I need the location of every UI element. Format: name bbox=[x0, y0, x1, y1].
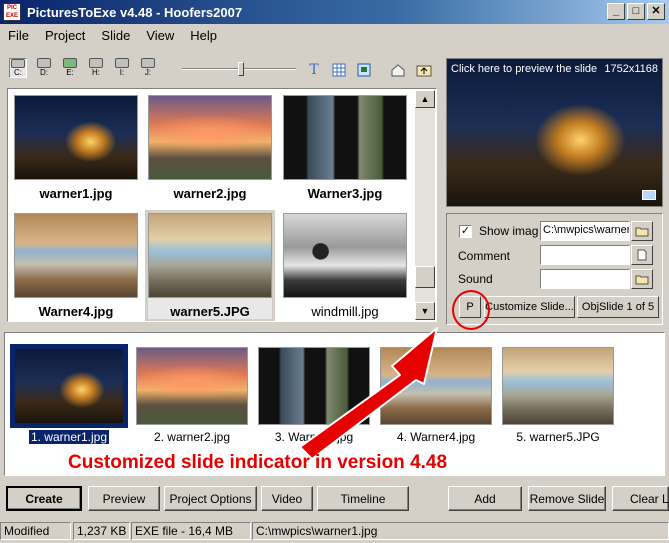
annotation-caption: Customized slide indicator in version 4.… bbox=[68, 452, 448, 473]
